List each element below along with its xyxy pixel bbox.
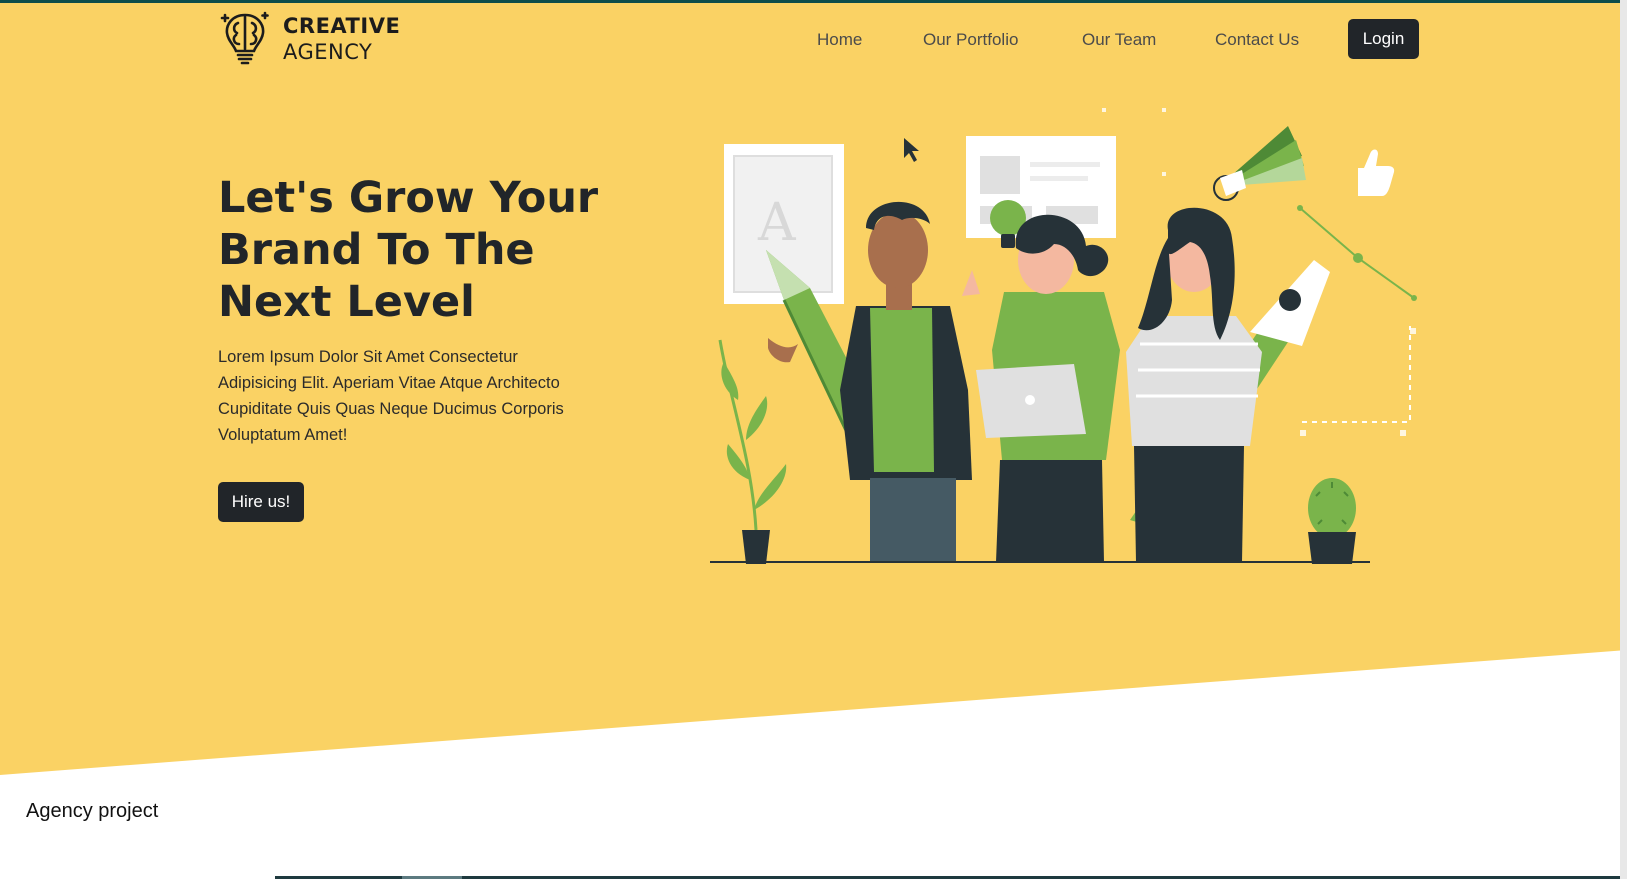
color-swatch-icon <box>1213 126 1306 201</box>
window-right-edge <box>1620 0 1627 879</box>
person-woman-laptop <box>962 214 1120 562</box>
potted-plant-icon <box>718 339 787 564</box>
cursor-icon <box>904 138 919 162</box>
cactus-icon <box>1308 478 1356 564</box>
nav-link-team[interactable]: Our Team <box>1082 30 1156 50</box>
brain-bulb-icon <box>220 11 269 65</box>
brand-name-line2: AGENCY <box>283 40 373 64</box>
nav-link-portfolio[interactable]: Our Portfolio <box>923 30 1018 50</box>
hero-title: Let's Grow Your Brand To The Next Level <box>218 173 599 327</box>
bezier-path-icon <box>1297 205 1417 423</box>
footer-text: Agency project <box>26 800 159 822</box>
brand-logo[interactable]: CREATIVE AGENCY <box>219 9 400 69</box>
hire-us-button[interactable]: Hire us! <box>218 482 304 522</box>
nav-link-home[interactable]: Home <box>817 30 862 50</box>
hero-description: Lorem Ipsum Dolor Sit Amet Consectetur A… <box>218 348 564 444</box>
window-top-border <box>0 0 1627 3</box>
team-illustration: A <box>710 108 1417 564</box>
person-woman-pen <box>1126 207 1262 562</box>
nav-link-contact[interactable]: Contact Us <box>1215 30 1299 50</box>
thumbs-up-icon <box>1358 149 1395 196</box>
login-button[interactable]: Login <box>1348 19 1419 59</box>
brand-name-line1: CREATIVE <box>283 14 401 38</box>
frame-letter: A <box>757 193 797 253</box>
